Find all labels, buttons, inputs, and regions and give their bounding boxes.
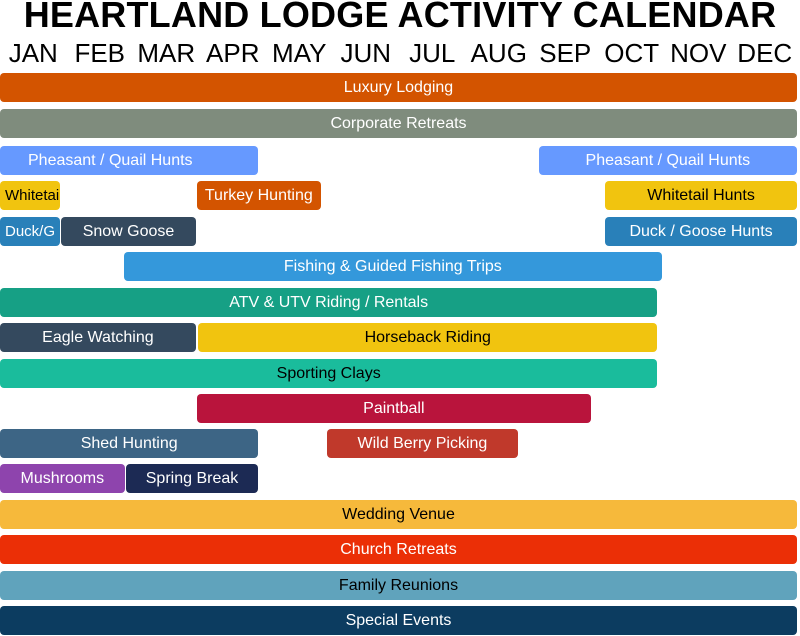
activity-bar-paintball: Paintball: [196, 394, 591, 423]
activity-label: Pheasant / Quail Hunts: [28, 151, 193, 169]
activity-bar-corporate-retreats: Corporate Retreats: [0, 109, 797, 138]
activity-bar-mushrooms: Mushrooms: [0, 464, 125, 493]
activity-label: Spring Break: [145, 469, 239, 487]
activity-bar-pheasant-quail-hunts: Pheasant / Quail Hunts: [0, 146, 259, 175]
activity-label: Church Retreats: [340, 540, 457, 558]
activity-label: Sporting Clays: [276, 364, 381, 382]
activity-bar-shed-hunting: Shed Hunting: [0, 429, 259, 458]
activity-label: ATV & UTV Riding / Rentals: [229, 293, 429, 311]
activity-label: Paintball: [363, 399, 425, 417]
activity-bar-duck-goose-hunts: Duck / Goose Hunts: [605, 217, 797, 246]
activity-bar-pheasant-quail-hunts: Pheasant / Quail Hunts: [538, 146, 797, 175]
activity-bar-snow-goose: Snow Goose: [61, 217, 196, 246]
activity-bar-spring-break: Spring Break: [125, 464, 259, 493]
activity-label: Mushrooms: [20, 469, 105, 487]
activity-label: Whitetai: [5, 187, 60, 204]
activity-timeline: Luxury Lodging Corporate Retreats Pheasant…: [0, 0, 800, 636]
activity-label: Snow Goose: [82, 222, 175, 240]
activity-bar-wild-berry-picking: Wild Berry Picking: [327, 429, 518, 458]
activity-label: Wedding Venue: [342, 505, 455, 523]
activity-bar-family-reunions: Family Reunions: [0, 571, 797, 600]
activity-label: Corporate Retreats: [330, 114, 467, 132]
activity-label: Luxury Lodging: [343, 78, 454, 96]
activity-label: Whitetail Hunts: [647, 186, 755, 204]
activity-label: Shed Hunting: [80, 434, 178, 452]
activity-bar-church-retreats: Church Retreats: [0, 535, 797, 564]
activity-label: Fishing & Guided Fishing Trips: [283, 257, 502, 275]
activity-label: Duck / Goose Hunts: [629, 222, 773, 240]
activity-label: Eagle Watching: [42, 328, 154, 346]
activity-bar-fishing-guided-fishing-trips: Fishing & Guided Fishing Trips: [123, 252, 662, 281]
activity-bar-special-events: Special Events: [0, 606, 797, 635]
activity-label: Wild Berry Picking: [357, 434, 488, 452]
activity-bar-luxury-lodging: Luxury Lodging: [0, 73, 797, 102]
activity-bar-horseback-riding: Horseback Riding: [198, 323, 658, 352]
activity-label: Duck/G: [5, 223, 56, 240]
activity-bar-turkey-hunting: Turkey Hunting: [196, 181, 321, 210]
activity-bar-atv-utv-riding-rentals: ATV & UTV Riding / Rentals: [0, 288, 658, 317]
activity-bar-whitetail-hunts: Whitetail Hunts: [605, 181, 797, 210]
activity-label: Special Events: [345, 611, 452, 629]
activity-bar-whitetai: Whitetai: [0, 181, 61, 210]
activity-bar-eagle-watching: Eagle Watching: [0, 323, 196, 352]
activity-label: Horseback Riding: [364, 328, 491, 346]
activity-label: Family Reunions: [338, 576, 459, 594]
activity-bar-sporting-clays: Sporting Clays: [0, 359, 658, 388]
activity-bar-wedding-venue: Wedding Venue: [0, 500, 797, 529]
activity-bar-duck-g: Duck/G: [0, 217, 61, 246]
activity-label: Pheasant / Quail Hunts: [585, 151, 751, 169]
activity-label: Turkey Hunting: [204, 186, 313, 204]
